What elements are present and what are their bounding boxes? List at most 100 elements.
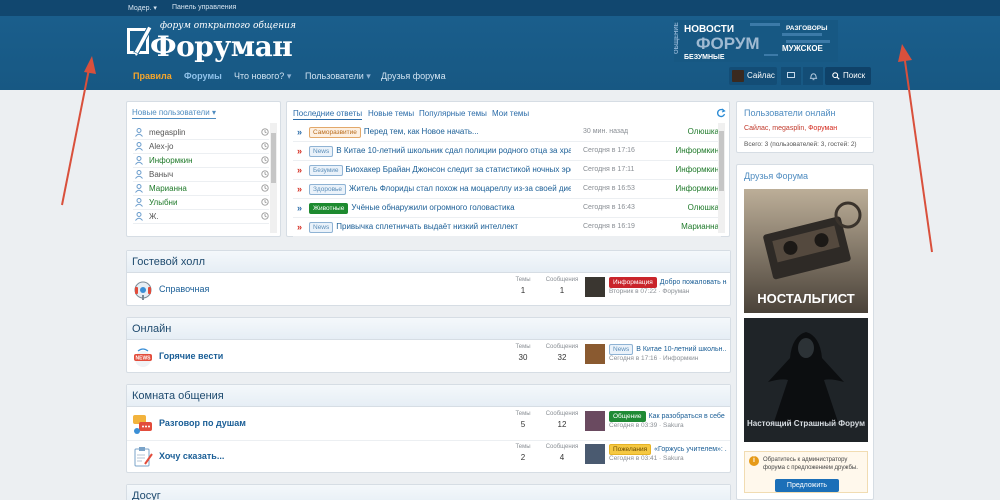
category-title[interactable]: Гостевой холл [132,256,205,268]
post-author[interactable]: Олюшка [688,203,719,212]
admin-panel-link[interactable]: Панель управления [172,4,236,11]
last-post-title[interactable]: ИнформацияДобро пожаловать на... [609,277,727,288]
forum-row[interactable]: Хочу сказать... Темы 2 Сообщения 4 Пожелания «… [127,441,730,473]
tab-popular-topics[interactable]: Популярные темы [419,109,487,118]
nav-friends[interactable]: Друзья форума [381,71,446,81]
last-post-title-text[interactable]: В Китае 10-летний школьн... [636,346,727,353]
friend-banner-scary-forum[interactable]: Настоящий Страшный Форум [744,318,868,442]
post-author[interactable]: Информкин [675,184,719,193]
online-users-title[interactable]: Пользователи онлайн [744,108,835,118]
table-row[interactable]: » Здоровье Житель Флориды стал похож на мо… [293,180,721,199]
tab-latest-replies[interactable]: Последние ответы [293,109,363,120]
prefix-badge[interactable]: Информация [609,277,657,288]
list-item[interactable]: Улыбни [133,196,269,210]
category-title[interactable]: Онлайн [132,323,171,335]
post-title[interactable]: News Привычка сплетничать выдаёт низкий и… [309,222,571,233]
prefix-badge[interactable]: News [309,222,334,233]
post-author[interactable]: Олюшка [688,127,719,136]
user-name[interactable]: Ваныч [149,170,173,179]
alerts-button[interactable] [803,67,823,85]
last-post-title[interactable]: News В Китае 10-летний школьн... [609,344,727,355]
user-name[interactable]: Улыбни [149,198,177,207]
user-name[interactable]: Alex-jo [149,142,173,151]
forum-name[interactable]: Хочу сказать... [159,451,224,461]
scrollbar-thumb[interactable] [719,131,724,191]
scrollbar[interactable] [270,123,277,233]
list-item[interactable]: Ж. [133,210,269,224]
scrollbar-thumb[interactable] [271,133,276,183]
nav-users[interactable]: Пользователи ▾ [305,71,371,82]
chevron-down-icon[interactable]: ▾ [366,71,371,81]
nav-rules[interactable]: Правила [133,71,172,81]
table-row[interactable]: » News Привычка сплетничать выдаёт низкий … [293,218,721,237]
post-title-text[interactable]: Перед тем, как Новое начать... [364,127,479,136]
post-title-text[interactable]: В Китае 10-летний школьник сдал полиции … [336,146,571,155]
last-post-title-text[interactable]: «Горжусь учителем»: ... [654,446,727,453]
list-item[interactable]: Информкин [133,154,269,168]
refresh-icon[interactable] [716,108,726,118]
prefix-badge[interactable]: Пожелания [609,444,652,455]
post-title[interactable]: Саморазвитие Перед тем, как Новое начать.… [309,127,571,138]
last-post-title[interactable]: Пожелания «Горжусь учителем»: ... [609,444,727,455]
prefix-badge[interactable]: News [609,344,634,355]
post-author[interactable]: Информкин [675,146,719,155]
nav-forums[interactable]: Форумы [184,71,222,81]
prefix-badge[interactable]: Саморазвитие [309,127,361,138]
post-title-text[interactable]: Учёные обнаружили огромного головастика [351,203,514,212]
last-post-title[interactable]: Общение Как разобраться в себе ... [609,411,727,422]
inbox-button[interactable] [781,67,801,85]
category-title[interactable]: Досуг [132,490,161,500]
prefix-badge[interactable]: Общение [609,411,646,422]
post-title-text[interactable]: Житель Флориды стал похож на моцареллу и… [349,184,571,193]
table-row[interactable]: » Саморазвитие Перед тем, как Новое начать… [293,123,721,142]
logo-text[interactable]: Форуман [150,30,293,63]
forum-row[interactable]: NEWS Горячие вести Темы 30 Сообщения 32 News В … [127,341,730,373]
forum-row[interactable]: Справочная Темы 1 Сообщения 1 Информация Добро… [127,274,730,306]
friend-banner-nostalgist[interactable]: НОСТАЛЬГИСТ [744,189,868,313]
chevron-down-icon[interactable]: ▾ [212,108,216,117]
post-title-text[interactable]: Биохакер Брайан Джонсон следит за статис… [346,165,571,174]
scrollbar[interactable] [718,123,725,233]
moder-menu[interactable]: Модер. ▾ [128,4,157,12]
list-item[interactable]: Марианна [133,182,269,196]
list-item[interactable]: megasplin [133,126,269,140]
forum-name[interactable]: Горячие вести [159,351,223,361]
table-row[interactable]: » Животные Учёные обнаружили огромного гол… [293,199,721,218]
category-title[interactable]: Комната общения [132,390,224,402]
post-author[interactable]: Марианна [681,222,719,231]
forum-name[interactable]: Справочная [159,284,209,294]
user-menu[interactable]: Сайлас [729,67,777,85]
new-users-tab[interactable]: Новые пользователи ▾ [132,108,216,119]
post-title[interactable]: News В Китае 10-летний школьник сдал поли… [309,146,571,157]
list-item[interactable]: Alex-jo [133,140,269,154]
table-row[interactable]: » News В Китае 10-летний школьник сдал пол… [293,142,721,161]
post-author[interactable]: Информкин [675,165,719,174]
avatar[interactable] [585,444,605,464]
online-user-highlight[interactable]: Форуман [808,125,837,132]
nav-whats-new[interactable]: Что нового? ▾ [234,71,291,82]
last-post-title-text[interactable]: Как разобраться в себе ... [649,413,727,420]
online-users-names[interactable]: Сайлас, megasplin, [744,125,808,132]
chevron-down-icon[interactable]: ▾ [287,71,292,81]
user-name[interactable]: megasplin [149,128,185,137]
post-title[interactable]: Здоровье Житель Флориды стал похож на моц… [309,184,571,195]
post-title[interactable]: Безумие Биохакер Брайан Джонсон следит за… [309,165,571,176]
prefix-badge[interactable]: Безумие [309,165,343,176]
list-item[interactable]: Ваныч [133,168,269,182]
user-name[interactable]: Марианна [149,184,187,193]
avatar[interactable] [585,411,605,431]
user-name[interactable]: Ж. [149,212,159,221]
avatar[interactable] [585,344,605,364]
tab-my-topics[interactable]: Мои темы [492,109,529,118]
propose-button[interactable]: Предложить [775,479,839,492]
prefix-badge[interactable]: Здоровье [309,184,347,195]
prefix-badge[interactable]: News [309,146,334,157]
avatar[interactable] [585,277,605,297]
user-name[interactable]: Информкин [149,156,193,165]
post-title-text[interactable]: Привычка сплетничать выдаёт низкий интел… [336,222,518,231]
table-row[interactable]: » Безумие Биохакер Брайан Джонсон следит з… [293,161,721,180]
prefix-badge[interactable]: Животные [309,203,349,214]
forum-row[interactable]: Разговор по душам Темы 5 Сообщения 12 Общение… [127,408,730,440]
last-post-title-text[interactable]: Добро пожаловать на... [660,279,727,286]
search-button[interactable]: Поиск [825,67,871,85]
